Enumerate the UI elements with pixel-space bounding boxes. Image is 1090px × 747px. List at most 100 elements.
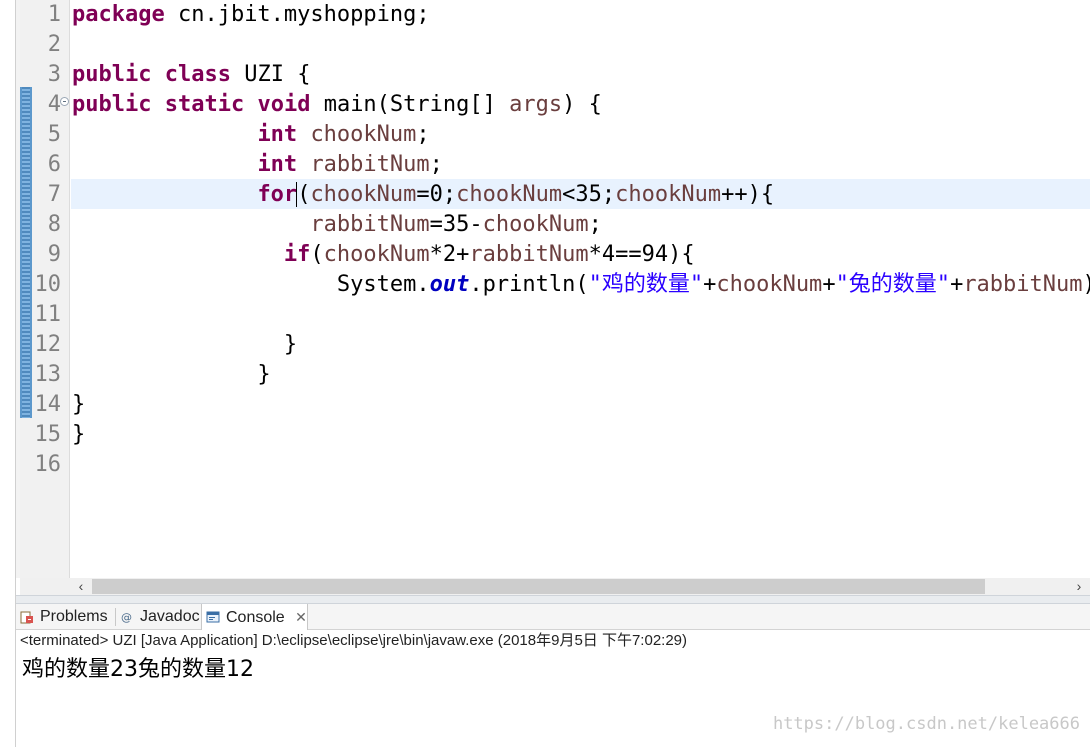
variable-token: chookNum [615, 182, 722, 207]
variable-token: chookNum [456, 182, 563, 207]
keyword-token: class [164, 62, 231, 87]
code-line[interactable]: rabbitNum=35-chookNum; [72, 210, 1090, 240]
keyword-token: package [72, 2, 165, 27]
code-text[interactable]: package cn.jbit.myshopping; public class … [72, 0, 1090, 480]
code-line[interactable]: } [72, 360, 1090, 390]
tab-problems-label: Problems [40, 608, 108, 625]
line-number: 2 [47, 32, 61, 57]
line-number: 16 [34, 452, 62, 477]
fold-collapse-icon[interactable] [60, 97, 69, 106]
code-token: <35; [562, 182, 616, 207]
line-number: 4 [47, 92, 61, 117]
code-token: ++){ [721, 182, 775, 207]
line-number: 5 [47, 122, 61, 147]
line-number: 13 [34, 362, 62, 387]
tab-console-label: Console [226, 609, 285, 626]
keyword-token: void [257, 92, 311, 117]
variable-token: chookNum [323, 242, 430, 267]
code-token: ) { [562, 92, 602, 117]
code-token: System. [72, 272, 430, 297]
code-line[interactable] [72, 30, 1090, 60]
code-token: ; [416, 122, 430, 147]
scroll-left-icon[interactable]: ‹ [74, 578, 88, 595]
tab-javadoc-label: Javadoc [140, 608, 200, 625]
code-line[interactable]: package cn.jbit.myshopping; [72, 0, 1090, 30]
code-line[interactable]: } [72, 420, 1090, 450]
line-number: 15 [34, 422, 62, 447]
line-number: 7 [47, 182, 61, 207]
console-icon [206, 611, 220, 623]
code-token: } [72, 422, 86, 447]
code-line[interactable]: int rabbitNum; [72, 150, 1090, 180]
code-editor[interactable]: 1 2 3 4 5 6 7 8 9 10 11 12 13 14 15 16 package cn.jbit.… [0, 0, 1090, 578]
problems-icon [20, 611, 33, 624]
field-token: out [429, 272, 470, 297]
code-line[interactable] [72, 300, 1090, 330]
string-token: "兔的数量" [835, 272, 951, 297]
panel-sash[interactable] [16, 595, 1090, 604]
keyword-token: for [257, 182, 298, 207]
tab-problems[interactable]: Problems [16, 604, 114, 630]
code-line[interactable]: public static void main(String[] args) { [72, 90, 1090, 120]
line-numbers: 1 2 3 4 5 6 7 8 9 10 11 12 13 14 15 16 [30, 0, 62, 480]
string-token: "鸡的数量" [588, 272, 704, 297]
variable-token: chookNum [310, 182, 417, 207]
code-token: ( [296, 182, 311, 207]
variable-token: rabbitNum [963, 272, 1083, 297]
code-line[interactable]: } [72, 390, 1090, 420]
code-token: } [72, 392, 86, 417]
code-line[interactable]: } [72, 330, 1090, 360]
line-number: 6 [47, 152, 61, 177]
code-token: *2+ [429, 242, 470, 267]
code-token: ); [1083, 272, 1090, 297]
code-line[interactable]: System.out.println("鸡的数量"+chookNum+"兔的数量… [72, 270, 1090, 300]
keyword-token: int [257, 122, 298, 147]
keyword-token: int [257, 152, 298, 177]
code-token: =35- [429, 212, 483, 237]
code-token: } [72, 362, 271, 387]
line-number: 3 [47, 62, 61, 87]
variable-token: rabbitNum [310, 152, 430, 177]
scroll-right-icon[interactable]: › [1072, 578, 1086, 595]
close-icon[interactable]: ✕ [295, 609, 307, 625]
variable-token: args [509, 92, 563, 117]
line-number: 11 [34, 302, 62, 327]
keyword-token: public [72, 62, 152, 87]
code-token: } [72, 332, 298, 357]
line-number: 12 [34, 332, 62, 357]
console-process-header: <terminated> UZI [Java Application] D:\e… [20, 632, 688, 649]
code-token: + [822, 272, 836, 297]
line-number: 9 [47, 242, 61, 267]
keyword-token: static [164, 92, 245, 117]
variable-token: chookNum [482, 212, 589, 237]
code-token: + [703, 272, 717, 297]
code-token: ( [310, 242, 324, 267]
horizontal-scrollbar[interactable]: ‹ › [70, 578, 1090, 595]
code-token: =0; [416, 182, 457, 207]
code-line[interactable]: public class UZI { [72, 60, 1090, 90]
code-line[interactable]: for(chookNum=0;chookNum<35;chookNum++){ [72, 180, 1090, 210]
panel-border [15, 0, 16, 747]
scroll-thumb[interactable] [92, 579, 985, 594]
console-output[interactable]: 鸡的数量23兔的数量12 [22, 654, 254, 686]
code-line[interactable]: int chookNum; [72, 120, 1090, 150]
code-line[interactable] [72, 450, 1090, 480]
code-token: ; [429, 152, 443, 177]
variable-token: rabbitNum [310, 212, 430, 237]
tab-console[interactable]: Console ✕ [201, 604, 308, 630]
variable-token: chookNum [310, 122, 417, 147]
line-number: 14 [34, 392, 62, 417]
line-number: 1 [47, 2, 61, 27]
code-token: ; [588, 212, 602, 237]
code-token: UZI { [230, 62, 311, 87]
code-line[interactable]: if(chookNum*2+rabbitNum*4==94){ [72, 240, 1090, 270]
keyword-token: if [283, 242, 311, 267]
code-token: *4==94){ [588, 242, 695, 267]
tab-javadoc[interactable]: @ Javadoc [116, 604, 200, 630]
